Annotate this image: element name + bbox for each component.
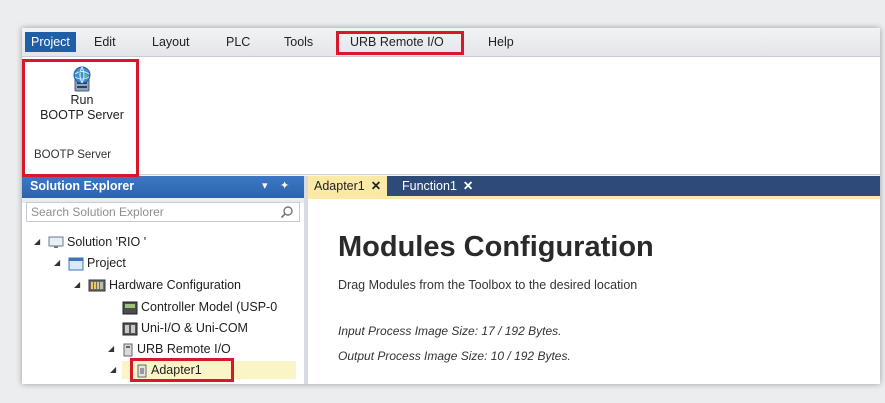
output-process-image-size: Output Process Image Size: 10 / 192 Byte… [338,349,571,363]
module-icon [122,322,138,336]
solution-explorer-header: Solution Explorer ▾ ✦ [22,176,304,198]
tree-label-hardware-configuration: Hardware Configuration [109,278,242,292]
ribbon [22,57,880,203]
tree-item-solution[interactable]: ◢ Solution 'RIO ' [34,233,146,251]
page-title: Modules Configuration [338,231,654,263]
search-solution-explorer-input[interactable]: Search Solution Explorer [26,202,300,222]
tree-item-controller-model[interactable]: Controller Model (USP-0 [122,298,304,316]
project-icon [68,257,84,271]
expand-triangle-icon[interactable]: ◢ [34,233,40,251]
close-icon[interactable]: ✕ [463,179,473,193]
search-icon[interactable] [280,205,294,219]
menu-help[interactable]: Help [482,33,520,51]
document-tab-bar: Adapter1 ✕ Function1 ✕ [308,176,880,196]
solution-explorer-title: Solution Explorer [30,179,135,193]
tree-label-uni-io: Uni-I/O & Uni-COM [141,321,248,335]
page-subtitle: Drag Modules from the Toolbox to the des… [338,278,638,292]
menu-edit[interactable]: Edit [88,33,122,51]
app-window: Project Edit Layout PLC Tools URB Remote… [22,28,880,384]
tree-item-adapter1[interactable]: ◢ Adapter1 [110,361,296,379]
tree-item-uni-io[interactable]: Uni-I/O & Uni-COM [122,319,248,337]
tab-adapter1-label: Adapter1 [314,179,365,193]
tree-label-project: Project [87,256,126,270]
ribbon-group-label: BOOTP Server [34,149,112,161]
tree-label-solution: Solution 'RIO ' [67,235,147,249]
menu-layout[interactable]: Layout [146,33,196,51]
menu-plc[interactable]: PLC [220,33,256,51]
menu-urb-remote-io[interactable]: URB Remote I/O [344,33,450,51]
tree-item-hardware-configuration[interactable]: ◢ Hardware Configuration [74,276,241,294]
module-icon [123,343,133,357]
menu-bar: Project Edit Layout PLC Tools URB Remote… [22,28,880,57]
tree-label-adapter1: Adapter1 [151,363,202,377]
modules-configuration-panel: Modules Configuration Drag Modules from … [308,199,880,384]
expand-triangle-icon[interactable]: ◢ [108,340,114,358]
search-placeholder: Search Solution Explorer [31,205,164,219]
tab-function1-label: Function1 [402,179,457,193]
tree-item-project[interactable]: ◢ Project [54,254,126,272]
run-label-line1: Run [70,93,94,107]
input-process-image-size: Input Process Image Size: 17 / 192 Bytes… [338,324,562,338]
solution-icon [48,236,64,249]
tab-adapter1[interactable]: Adapter1 ✕ [308,176,388,196]
tree-label-urb-remote-io: URB Remote I/O [137,342,231,356]
expand-triangle-icon[interactable]: ◢ [54,254,60,272]
run-label-line2: BOOTP Server [40,108,124,122]
adapter-icon [137,364,147,378]
expand-triangle-icon[interactable]: ◢ [74,276,80,294]
hardware-icon [88,279,106,292]
pin-icon[interactable]: ✦ [280,179,289,192]
controller-icon [122,301,138,315]
expand-triangle-icon[interactable]: ◢ [110,361,116,379]
globe-server-icon [73,66,91,92]
tree-item-urb-remote-io[interactable]: ◢ URB Remote I/O [108,340,231,358]
pane-options-icon[interactable]: ▾ [262,179,268,192]
menu-project[interactable]: Project [25,32,76,52]
menu-tools[interactable]: Tools [278,33,319,51]
close-icon[interactable]: ✕ [371,179,381,193]
run-bootp-server-button[interactable]: Run BOOTP Server [32,65,132,137]
tree-label-controller-model: Controller Model (USP-0 [141,300,278,314]
tab-function1[interactable]: Function1 ✕ [396,176,479,196]
